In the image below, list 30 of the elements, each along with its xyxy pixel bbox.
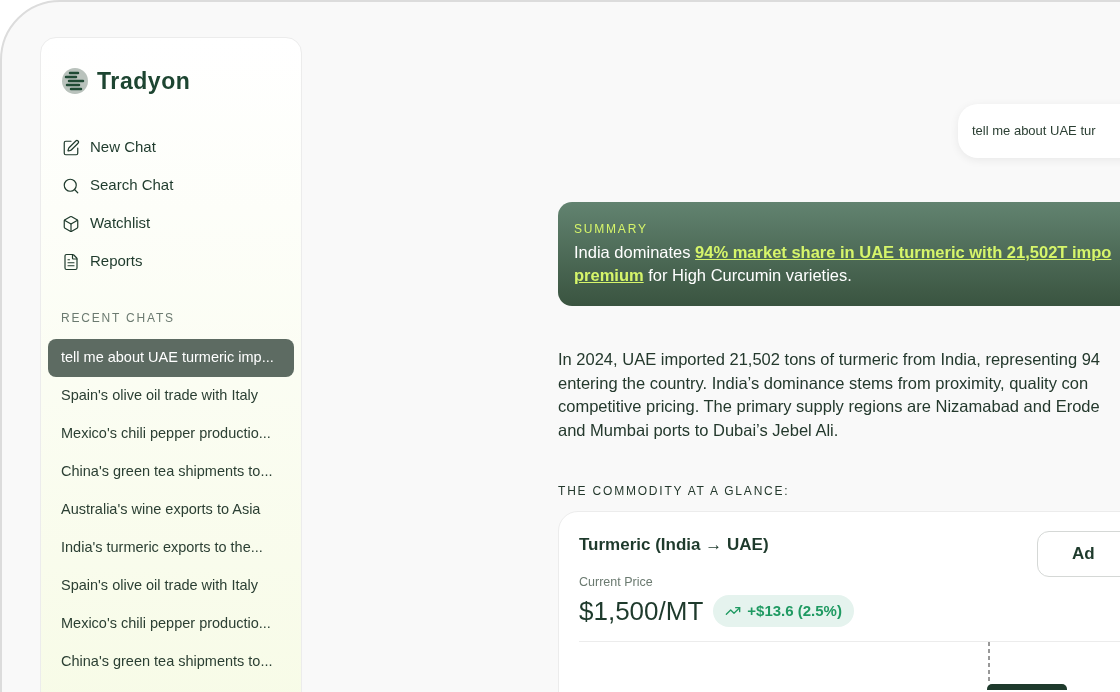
section-heading: RECENT CHATS xyxy=(60,309,176,327)
document-icon xyxy=(62,252,80,271)
recent-chat-item[interactable]: Spain's olive oil trade with Italy xyxy=(48,376,294,415)
cube-icon xyxy=(62,214,80,233)
edit-icon xyxy=(62,138,80,157)
price-value: $1,500/MT xyxy=(579,594,704,628)
recent-chat-item[interactable]: Mexico's chili pepper productio... xyxy=(48,604,294,643)
search-icon xyxy=(62,176,80,195)
nav-item[interactable]: Reports xyxy=(48,246,294,277)
change-badge: +$13.6 (2.5%) xyxy=(713,595,854,628)
recent-chat-item[interactable]: Australia's wine exports to Asia xyxy=(48,490,294,529)
logo-icon xyxy=(61,67,89,96)
user-message-bubble: tell me about UAE tur xyxy=(958,104,1120,158)
nav-item[interactable]: Search Chat xyxy=(48,170,294,201)
recent-chat-item[interactable]: China's green tea shipments to... xyxy=(48,642,294,681)
recent-chat-item[interactable]: tell me about UAE turmeric imp... xyxy=(48,338,294,377)
recent-chat-item[interactable]: China's green tea shipments to... xyxy=(48,452,294,491)
recent-chat-item[interactable]: Mexico's chili pepper productio... xyxy=(48,414,294,453)
summary-text: India dominates 94% market share in UAE turmeric with 21,502T impo premium for High Curcumin varieties. xyxy=(574,242,1113,286)
price-label: Current Price xyxy=(579,574,654,591)
add-button[interactable]: Ad xyxy=(1037,531,1120,577)
answer-paragraph: In 2024, UAE imported 21,502 tons of turmeric from India, representing 94 entering the country. India’s dominance stems from proximity, quality con competitive pricing. The primary supply regions are Nizamabad and Erode and Mumbai ports to Dubai’s Jebel Ali. xyxy=(558,349,1102,441)
card-title: Turmeric (India → UAE) xyxy=(579,534,769,556)
nav-item[interactable]: Watchlist xyxy=(48,208,294,239)
recent-chat-item[interactable]: Spain's olive oil trade with Italy xyxy=(48,566,294,605)
nav-item[interactable]: New Chat xyxy=(48,132,294,163)
brand-name: Tradyon xyxy=(97,67,191,96)
section-heading: THE COMMODITY AT A GLANCE: xyxy=(558,483,791,500)
summary-label: SUMMARY xyxy=(574,221,649,238)
recent-chat-item[interactable]: India's turmeric exports to the... xyxy=(48,528,294,567)
